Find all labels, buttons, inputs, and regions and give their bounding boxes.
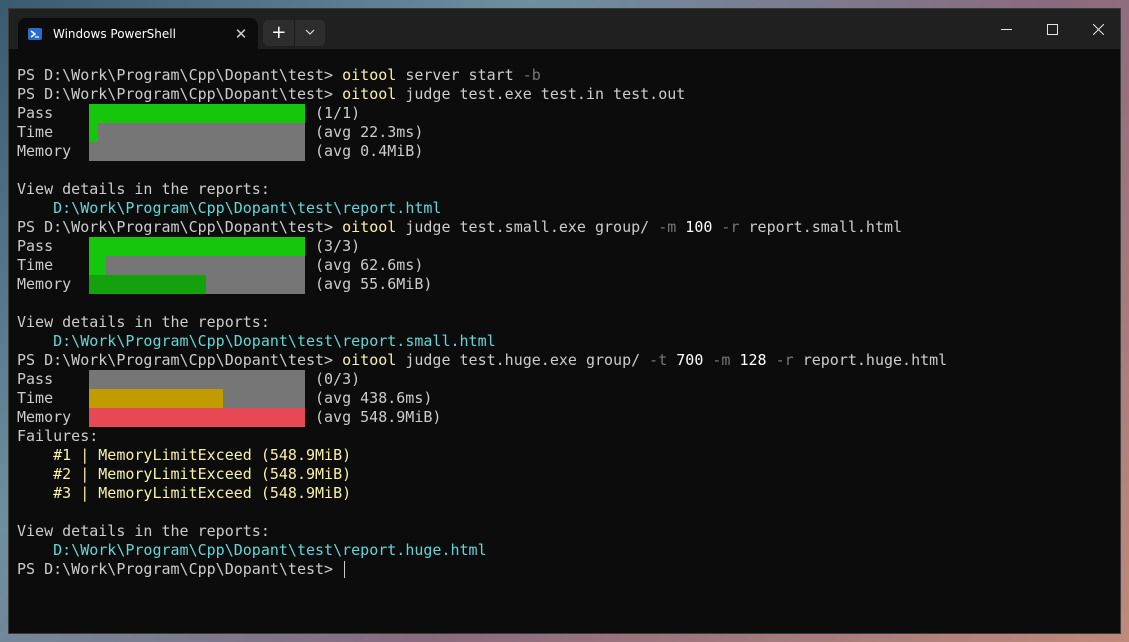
command-flag: -m: [703, 351, 731, 369]
maximize-button[interactable]: [1029, 9, 1075, 49]
command-args: judge test.small.exe group/: [396, 218, 659, 236]
command-flag: -b: [522, 66, 541, 84]
tab-title: Windows PowerShell: [53, 26, 176, 41]
time-row: Time (avg 62.6ms): [17, 256, 1120, 275]
pass-value: (3/3): [315, 237, 361, 255]
title-bar: Windows PowerShell ✕ +: [9, 9, 1120, 49]
memory-label: Memory: [17, 408, 72, 426]
time-label: Time: [17, 123, 54, 141]
failures-label: Failures:: [17, 427, 99, 445]
memory-row: Memory (avg 0.4MiB): [17, 142, 1120, 161]
tab-actions: +: [263, 20, 325, 46]
pass-value: (0/3): [315, 370, 361, 388]
command-value: 128: [730, 351, 767, 369]
time-value: (avg 22.3ms): [315, 123, 424, 141]
command-flag: -t: [649, 351, 668, 369]
time-row: Time (avg 22.3ms): [17, 123, 1120, 142]
prompt-line: PS D:\Work\Program\Cpp\Dopant\test> oito…: [17, 351, 1120, 370]
memory-bar: [89, 142, 305, 161]
command-flag: -r: [712, 218, 740, 236]
prompt-line[interactable]: PS D:\Work\Program\Cpp\Dopant\test>: [17, 560, 1120, 579]
pass-bar-fill: [89, 237, 305, 256]
failure-item: #3 | MemoryLimitExceed (548.9MiB): [17, 484, 352, 502]
memory-value: (avg 55.6MiB): [315, 275, 433, 293]
memory-row: Memory (avg 548.9MiB): [17, 408, 1120, 427]
terminal-output[interactable]: PS D:\Work\Program\Cpp\Dopant\test> oito…: [17, 49, 1120, 633]
tab-close-icon[interactable]: ✕: [230, 25, 252, 43]
command: oitool: [342, 66, 397, 84]
prompt: PS D:\Work\Program\Cpp\Dopant\test>: [17, 560, 343, 578]
pass-label: Pass: [17, 104, 54, 122]
pass-bar-fill: [89, 104, 305, 123]
details-label: View details in the reports:: [17, 313, 270, 331]
time-value: (avg 62.6ms): [315, 256, 424, 274]
memory-row: Memory (avg 55.6MiB): [17, 275, 1120, 294]
pass-bar: [89, 370, 305, 389]
minimize-button[interactable]: [983, 9, 1029, 49]
command-flag: -r: [766, 351, 794, 369]
prompt-line: PS D:\Work\Program\Cpp\Dopant\test> oito…: [17, 85, 1120, 104]
time-bar: [89, 256, 305, 275]
powershell-window: Windows PowerShell ✕ + PS D:\Work\Progra…: [8, 8, 1121, 634]
command: oitool: [342, 85, 397, 103]
time-label: Time: [17, 389, 54, 407]
report-link[interactable]: D:\Work\Program\Cpp\Dopant\test\report.h…: [17, 199, 1120, 218]
powershell-icon: [28, 27, 42, 40]
new-tab-button[interactable]: +: [263, 20, 296, 46]
details-label: View details in the reports:: [17, 522, 270, 540]
command: oitool: [342, 351, 397, 369]
time-label: Time: [17, 256, 54, 274]
text-cursor: [344, 561, 346, 578]
time-bar-fill: [89, 123, 98, 142]
command-args: judge test.huge.exe group/: [396, 351, 650, 369]
pass-row: Pass (3/3): [17, 237, 1120, 256]
pass-bar: [89, 104, 305, 123]
prompt: PS D:\Work\Program\Cpp\Dopant\test>: [17, 85, 343, 103]
command-flag: -m: [658, 218, 677, 236]
memory-bar-fill: [89, 275, 206, 294]
pass-value: (1/1): [315, 104, 361, 122]
time-bar-fill: [89, 256, 107, 275]
memory-bar: [89, 275, 305, 294]
chevron-down-icon[interactable]: [295, 20, 325, 46]
command-args: server start: [396, 66, 523, 84]
failure-item: #2 | MemoryLimitExceed (548.9MiB): [17, 465, 352, 483]
pass-bar: [89, 237, 305, 256]
command-args: judge test.exe test.in test.out: [396, 85, 686, 103]
prompt-line: PS D:\Work\Program\Cpp\Dopant\test> oito…: [17, 66, 1120, 85]
memory-bar: [89, 408, 305, 427]
pass-row: Pass (0/3): [17, 370, 1120, 389]
command: oitool: [342, 218, 397, 236]
pass-label: Pass: [17, 370, 54, 388]
tab-windows-powershell[interactable]: Windows PowerShell ✕: [18, 18, 258, 49]
memory-bar-fill: [89, 408, 305, 427]
command-value: 700: [667, 351, 704, 369]
memory-label: Memory: [17, 275, 72, 293]
prompt: PS D:\Work\Program\Cpp\Dopant\test>: [17, 218, 343, 236]
memory-value: (avg 0.4MiB): [315, 142, 424, 160]
time-bar-fill: [89, 389, 223, 408]
prompt-line: PS D:\Work\Program\Cpp\Dopant\test> oito…: [17, 218, 1120, 237]
time-row: Time (avg 438.6ms): [17, 389, 1120, 408]
time-bar: [89, 123, 305, 142]
pass-row: Pass (1/1): [17, 104, 1120, 123]
report-link[interactable]: D:\Work\Program\Cpp\Dopant\test\report.h…: [17, 541, 1120, 560]
report-link[interactable]: D:\Work\Program\Cpp\Dopant\test\report.s…: [17, 332, 1120, 351]
prompt: PS D:\Work\Program\Cpp\Dopant\test>: [17, 351, 343, 369]
pass-label: Pass: [17, 237, 54, 255]
memory-value: (avg 548.9MiB): [315, 408, 442, 426]
time-bar: [89, 389, 305, 408]
command-value: 100: [676, 218, 713, 236]
details-label: View details in the reports:: [17, 180, 270, 198]
command-args: report.small.html: [739, 218, 903, 236]
prompt: PS D:\Work\Program\Cpp\Dopant\test>: [17, 66, 343, 84]
memory-label: Memory: [17, 142, 72, 160]
failure-item: #1 | MemoryLimitExceed (548.9MiB): [17, 446, 352, 464]
close-button[interactable]: [1075, 9, 1120, 49]
time-value: (avg 438.6ms): [315, 389, 433, 407]
command-args: report.huge.html: [793, 351, 948, 369]
